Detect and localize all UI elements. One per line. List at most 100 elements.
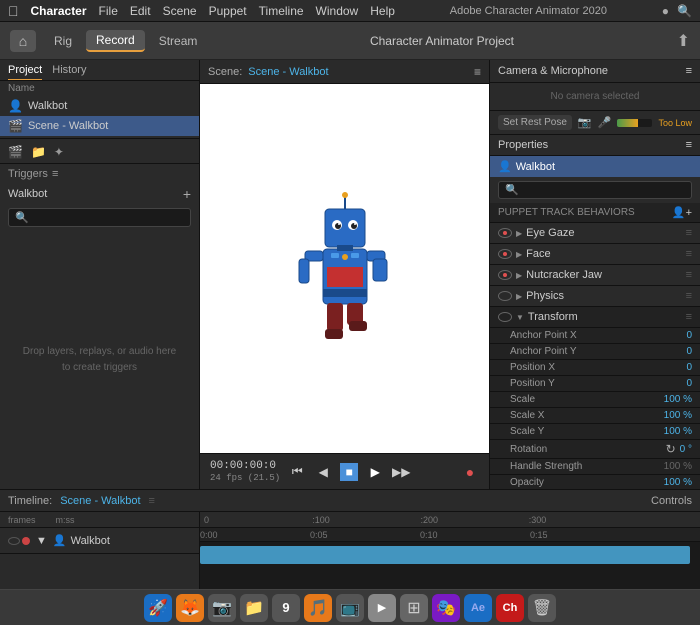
dock-item-trash[interactable]: 🗑	[528, 594, 556, 622]
menu-help[interactable]: Help	[370, 4, 395, 18]
scale-x-value[interactable]: 100 %	[664, 410, 692, 421]
scene-menu-icon[interactable]: ≡	[474, 65, 481, 79]
search-menubar-icon[interactable]: 🔍	[677, 4, 692, 18]
physics-visibility-icon[interactable]	[498, 291, 512, 301]
opacity-value[interactable]: 100 %	[664, 477, 692, 488]
dock-item-ch[interactable]: Ch	[496, 594, 524, 622]
dock-item-camera[interactable]: 📷	[208, 594, 236, 622]
step-back-button[interactable]: ◀	[314, 463, 332, 481]
transform-header[interactable]: ▼ Transform ≡	[490, 307, 700, 328]
dock-item-music[interactable]: 🎵	[304, 594, 332, 622]
scene-viewport[interactable]	[200, 84, 489, 453]
behavior-menu-icon[interactable]: ≡	[686, 227, 692, 239]
star-icon[interactable]: ✦	[54, 145, 64, 159]
track-eye-button[interactable]	[8, 537, 20, 545]
menu-window[interactable]: Window	[316, 4, 359, 18]
face-visibility-icon[interactable]	[498, 249, 512, 259]
triggers-search[interactable]: 🔍	[8, 208, 191, 227]
project-tabs: Project History	[0, 60, 199, 81]
dock-item-character[interactable]: 🎭	[432, 594, 460, 622]
position-x-value[interactable]: 0	[686, 362, 692, 373]
menu-puppet[interactable]: Puppet	[209, 4, 247, 18]
dock-item-misc[interactable]: ⊞	[400, 594, 428, 622]
name-column-label: Name	[0, 81, 199, 96]
project-item-scene-walkbot[interactable]: 🎬 Scene - Walkbot	[0, 116, 199, 136]
skip-back-button[interactable]: ⏮	[288, 463, 306, 481]
nutcracker-menu-icon[interactable]: ≡	[686, 269, 692, 281]
track-record-button[interactable]	[22, 537, 30, 545]
opacity-label: Opacity	[510, 477, 544, 488]
menu-scene[interactable]: Scene	[163, 4, 197, 18]
rotation-value[interactable]: 0 °	[680, 444, 692, 455]
wifi-icon: ●	[662, 4, 669, 18]
behavior-face[interactable]: ▶ Face ≡	[490, 244, 700, 265]
position-y-value[interactable]: 0	[686, 378, 692, 389]
tab-record[interactable]: Record	[86, 30, 145, 52]
audio-level-fill	[617, 119, 638, 127]
record-button[interactable]: ●	[461, 463, 479, 481]
anchor-x-value[interactable]: 0	[686, 330, 692, 341]
bottom-area: Timeline: Scene - Walkbot ≡ Controls fra…	[0, 489, 700, 589]
project-item-walkbot[interactable]: 👤 Walkbot	[0, 96, 199, 116]
toolbar-tabs: Rig Record Stream	[44, 30, 207, 52]
properties-search[interactable]	[498, 181, 692, 199]
tab-rig[interactable]: Rig	[44, 31, 82, 51]
set-rest-pose-button[interactable]: Set Rest Pose	[498, 115, 572, 130]
behavior-physics[interactable]: ▶ Physics ≡	[490, 286, 700, 307]
ruler-label-row: frames m:ss	[0, 512, 199, 528]
time-ruler[interactable]: 0:00 0:05 0:10 0:15	[200, 528, 700, 542]
transform-visibility-icon[interactable]	[498, 312, 512, 322]
time-015: 0:15	[530, 530, 548, 540]
menu-edit[interactable]: Edit	[130, 4, 151, 18]
tab-history[interactable]: History	[52, 64, 86, 80]
puppet-track-label: Puppet Track Behaviors	[498, 207, 635, 218]
controls-button[interactable]: Controls	[651, 495, 692, 507]
add-behavior-icon[interactable]: 👤+	[672, 206, 692, 219]
scale-value[interactable]: 100 %	[664, 394, 692, 405]
menu-file[interactable]: File	[99, 4, 118, 18]
search-icon: 🔍	[15, 211, 29, 224]
time-0: 0:00	[200, 530, 218, 540]
stop-button[interactable]: ■	[340, 463, 358, 481]
tab-project[interactable]: Project	[8, 64, 42, 80]
prop-rotation: Rotation ↻ 0 °	[490, 440, 700, 459]
menu-timeline[interactable]: Timeline	[259, 4, 304, 18]
properties-search-input[interactable]	[505, 184, 685, 196]
tab-stream[interactable]: Stream	[149, 31, 208, 51]
anchor-y-value[interactable]: 0	[686, 346, 692, 357]
browser-icon: 🦊	[180, 598, 200, 618]
right-panel: Camera & Microphone ≡ No camera selected…	[490, 60, 700, 489]
nutcracker-visibility-icon[interactable]	[498, 270, 512, 280]
chevron-icon: ▶	[516, 229, 522, 238]
dock-item-9[interactable]: 9	[272, 594, 300, 622]
home-button[interactable]: ⌂	[10, 30, 36, 52]
play-button[interactable]: ▶	[366, 463, 384, 481]
dock-item-finder[interactable]: 🚀	[144, 594, 172, 622]
behavior-eye-gaze[interactable]: ▶ Eye Gaze ≡	[490, 223, 700, 244]
prop-anchor-y: Anchor Point Y 0	[490, 344, 700, 360]
timeline-ruler[interactable]: 0 :100 :200 :300	[200, 512, 700, 528]
face-menu-icon[interactable]: ≡	[686, 248, 692, 260]
walkbot-item-label: Walkbot	[28, 100, 67, 112]
dock-item-appletv[interactable]: ▶	[368, 594, 396, 622]
behavior-nutcracker[interactable]: ▶ Nutcracker Jaw ≡	[490, 265, 700, 286]
eye-visibility-icon[interactable]	[498, 228, 512, 238]
dock-item-files[interactable]: 📁	[240, 594, 268, 622]
dock-item-tv[interactable]: 📺	[336, 594, 364, 622]
timeline-clip-walkbot[interactable]	[200, 546, 690, 564]
timeline-scene-name: Scene - Walkbot	[60, 495, 140, 507]
share-button[interactable]: ⬆	[677, 31, 690, 51]
triggers-search-input[interactable]	[33, 212, 184, 224]
dock-item-ae[interactable]: Ae	[464, 594, 492, 622]
no-camera-text: No camera selected	[490, 83, 700, 110]
skip-forward-button[interactable]: ▶▶	[392, 463, 410, 481]
folder-icon[interactable]: 📁	[31, 145, 46, 159]
face-chevron-icon: ▶	[516, 250, 522, 259]
transform-menu-icon[interactable]: ≡	[686, 311, 692, 323]
physics-menu-icon[interactable]: ≡	[686, 290, 692, 302]
scale-y-value[interactable]: 100 %	[664, 426, 692, 437]
dock-item-browser[interactable]: 🦊	[176, 594, 204, 622]
handle-strength-value[interactable]: 100 %	[664, 461, 692, 472]
camera-icon[interactable]: 🎬	[8, 145, 23, 159]
triggers-add-button[interactable]: +	[183, 186, 191, 202]
